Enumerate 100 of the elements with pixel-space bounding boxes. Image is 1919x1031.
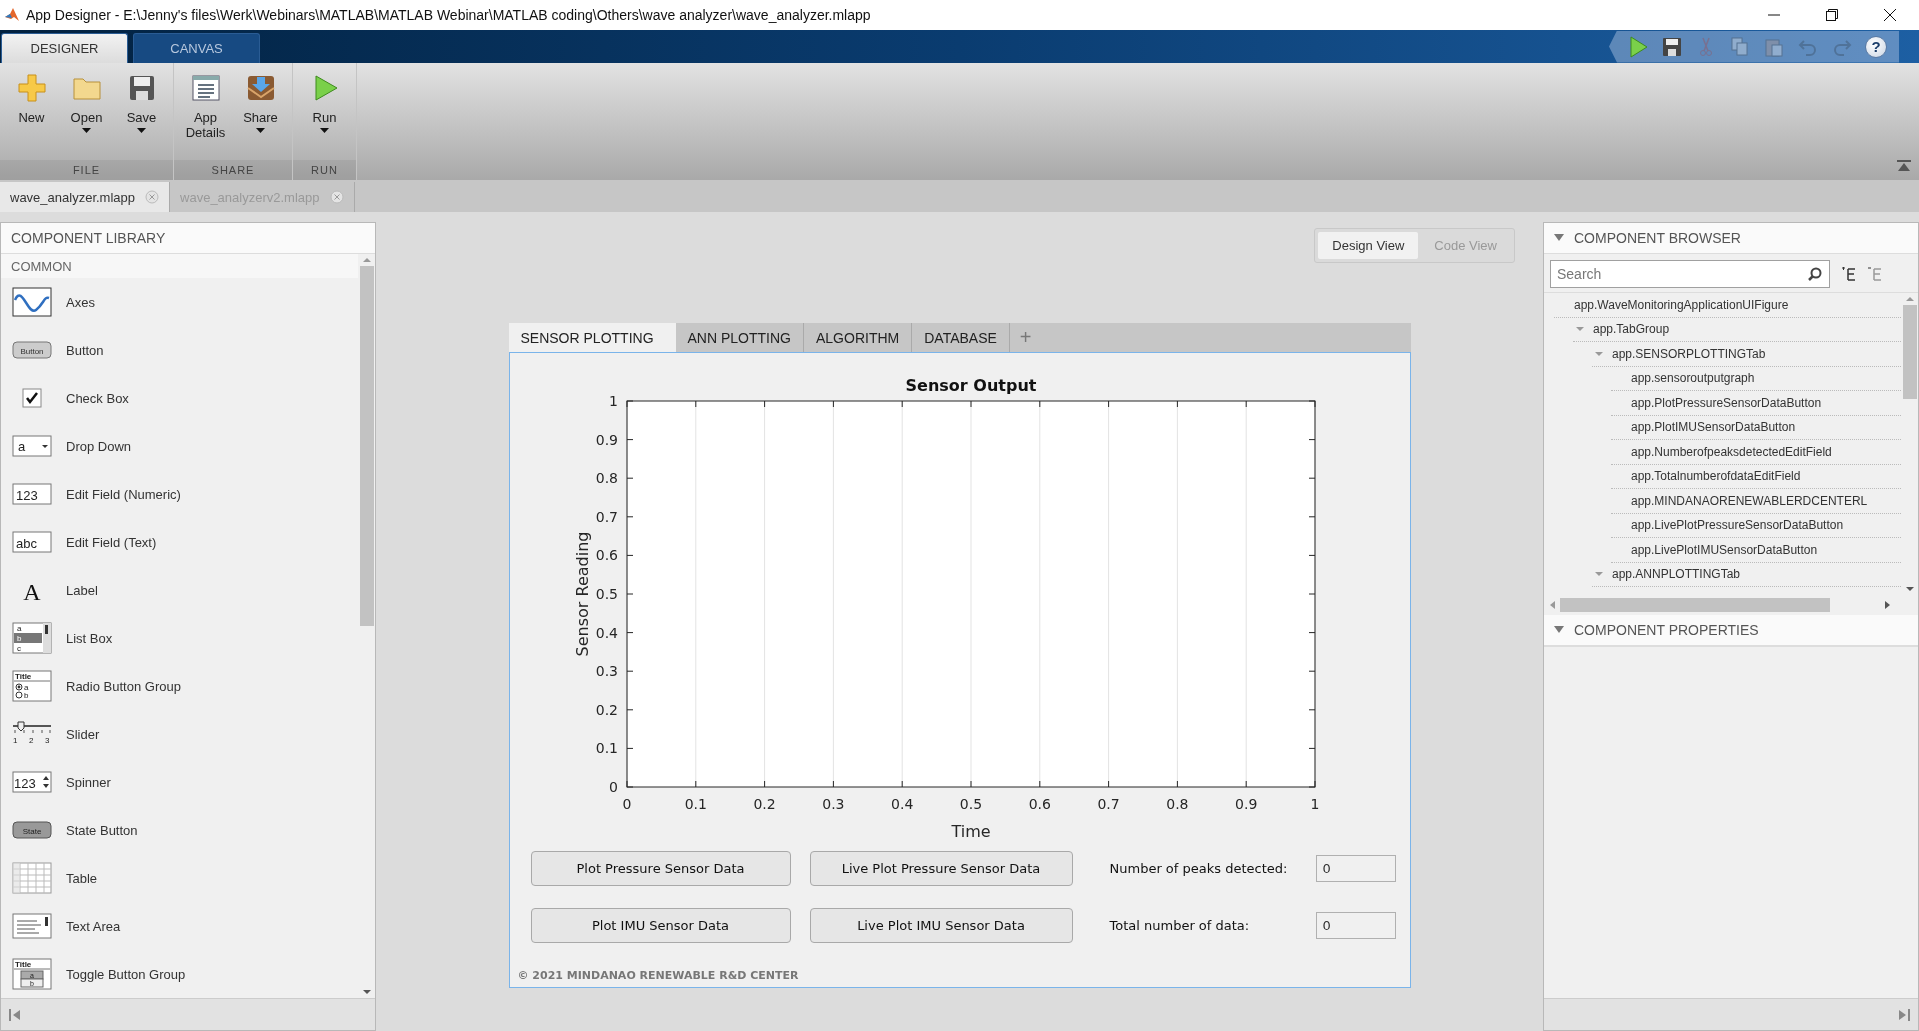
panel-header[interactable]: COMPONENT BROWSER xyxy=(1544,223,1918,254)
tree-item[interactable]: app.TotalnumberofdataEditField xyxy=(1631,469,1801,484)
component-item[interactable]: Drop Down xyxy=(66,438,132,454)
plot-button[interactable]: Live Plot IMU Sensor Data xyxy=(809,908,1073,943)
document-tab[interactable]: wave_analyzer.mlapp xyxy=(0,182,171,212)
tree-item[interactable]: app.LivePlotPressureSensorDataButton xyxy=(1631,518,1844,533)
collapse-caret-icon[interactable] xyxy=(1594,571,1604,578)
collapse-caret-icon[interactable] xyxy=(1575,326,1585,333)
letter-icon: A xyxy=(12,574,52,606)
collapse-panel-icon[interactable] xyxy=(1898,1008,1910,1021)
tree-item[interactable]: app.MINDANAORENEWABLERDCENTERL xyxy=(1631,493,1868,508)
tick-label: 0 xyxy=(622,796,631,812)
axes-icon xyxy=(12,286,52,318)
component-item[interactable]: Axes xyxy=(66,294,95,310)
section-header: COMMON xyxy=(1,254,358,278)
tree-item[interactable]: app.NumberofpeaksdetectedEditField xyxy=(1631,444,1832,459)
component-item[interactable]: Label xyxy=(66,582,98,598)
expand-all-icon[interactable] xyxy=(1842,267,1856,281)
field-label: Number of peaks detected: xyxy=(1108,861,1289,876)
plot-button[interactable]: Plot IMU Sensor Data xyxy=(530,908,791,943)
close-icon[interactable] xyxy=(145,190,160,204)
tick-label: 0.3 xyxy=(595,663,618,680)
tick-label: 0.7 xyxy=(595,508,618,525)
tick-label: 0.1 xyxy=(684,796,707,812)
window-title: App Designer - E:\Jenny's files\Werk\Webinars\MATLAB\MATLAB Webinar\MATLAB coding\Others\wave analyzer\wave_analyzer.mlapp xyxy=(26,7,872,23)
tick-label: 0.6 xyxy=(595,547,618,564)
plot-button[interactable]: Live Plot Pressure Sensor Data xyxy=(809,851,1073,886)
toolbar-button[interactable]: Share xyxy=(233,69,288,160)
list-box-icon: a b c xyxy=(12,622,52,654)
toolbar-button[interactable]: Run xyxy=(297,69,352,160)
plot-button[interactable]: Plot Pressure Sensor Data xyxy=(530,851,791,886)
tree-item[interactable]: app.PlotIMUSensorDataButton xyxy=(1631,420,1796,435)
scroll-left-icon[interactable] xyxy=(1548,600,1556,610)
view-toggle-button[interactable]: Design View xyxy=(1318,232,1419,259)
text-area-icon xyxy=(12,910,52,942)
tick-label: 1 xyxy=(608,393,618,409)
collapse-triangle-icon[interactable] xyxy=(1554,626,1564,634)
tick-label: 0.4 xyxy=(595,624,618,641)
component-item[interactable]: Edit Field (Text) xyxy=(66,534,157,550)
scroll-right-icon[interactable] xyxy=(1884,600,1892,610)
tree-item[interactable]: app.LivePlotIMUSensorDataButton xyxy=(1631,542,1818,557)
tick-label: 0.3 xyxy=(821,796,845,812)
collapse-all-icon[interactable] xyxy=(1868,267,1882,281)
tick-label: 0.6 xyxy=(1028,796,1051,812)
redo-icon xyxy=(1832,37,1852,56)
radio-group-icon: Title a b xyxy=(12,670,52,702)
group-label: RUN xyxy=(293,160,356,180)
tree-item[interactable]: app.SENSORPLOTTINGTab xyxy=(1612,346,1766,361)
plus-icon xyxy=(15,72,48,104)
component-item[interactable]: List Box xyxy=(66,630,113,646)
tree-item[interactable]: app.ANNPLOTTINGTab xyxy=(1612,567,1741,582)
undo-icon xyxy=(1798,37,1818,56)
tree-item[interactable]: app.TabGroup xyxy=(1593,322,1670,337)
field-label: Total number of data: xyxy=(1108,918,1251,933)
tick-label: 0.1 xyxy=(595,740,618,757)
component-item[interactable]: Table xyxy=(66,870,98,886)
tick-label: 0.8 xyxy=(595,470,618,487)
number-field[interactable]: 0 xyxy=(1315,912,1396,939)
component-item[interactable]: Toggle Button Group xyxy=(66,966,186,982)
clipboard-icon xyxy=(1765,36,1783,57)
tab[interactable]: SENSOR PLOTTING xyxy=(508,323,676,352)
panel-header: COMPONENT LIBRARY xyxy=(1,223,375,254)
toolbar-button[interactable]: New xyxy=(4,69,59,160)
axis-label: Sensor Reading xyxy=(572,531,592,657)
toolbar-button[interactable]: App Details xyxy=(178,69,233,160)
component-item[interactable]: State Button xyxy=(66,822,138,838)
component-item[interactable]: Button xyxy=(66,342,104,358)
collapse-triangle-icon[interactable] xyxy=(1554,234,1564,242)
peaks-logo-icon xyxy=(4,7,20,23)
tick-label: 0.7 xyxy=(1096,796,1120,812)
search-icon[interactable] xyxy=(1808,267,1822,281)
tick-label: 0.5 xyxy=(959,796,982,812)
collapse-caret-icon[interactable] xyxy=(1594,350,1604,357)
copyright-label: © 2021 MINDANAO RENEWABLE R&D CENTER xyxy=(517,969,800,982)
component-item[interactable]: Edit Field (Numeric) xyxy=(66,486,181,502)
close-icon[interactable] xyxy=(329,190,344,204)
tree-item[interactable]: app.PlotPressureSensorDataButton xyxy=(1631,395,1822,410)
collapse-ribbon-icon[interactable] xyxy=(1897,160,1911,172)
tree-item[interactable]: app.sensoroutputgraph xyxy=(1631,371,1755,386)
component-item[interactable]: Text Area xyxy=(66,918,121,934)
ribbon-tab[interactable]: DESIGNER xyxy=(1,33,128,63)
group-label: FILE xyxy=(0,160,173,180)
tick-label: 0.4 xyxy=(890,796,913,812)
component-item[interactable]: Radio Button Group xyxy=(66,678,181,694)
tree-item[interactable]: app.WaveMonitoringApplicationUIFigure xyxy=(1574,297,1789,312)
play-icon xyxy=(1628,35,1648,58)
tick-label: 0.2 xyxy=(752,796,776,812)
component-item[interactable]: Spinner xyxy=(66,774,111,790)
component-item[interactable]: Check Box xyxy=(66,390,129,406)
tick-label: 1 xyxy=(1310,796,1319,812)
group-label: SHARE xyxy=(174,160,292,180)
number-field[interactable]: 0 xyxy=(1315,855,1396,882)
tick-label: 0 xyxy=(608,779,618,795)
toolbar-button[interactable]: Save xyxy=(114,69,169,160)
ribbon-tab[interactable]: CANVAS xyxy=(133,33,260,63)
component-item[interactable]: Slider xyxy=(66,726,100,742)
panel-header[interactable]: COMPONENT PROPERTIES xyxy=(1544,615,1918,646)
toolbar-button[interactable]: Open xyxy=(59,69,114,160)
collapse-panel-icon[interactable] xyxy=(9,1008,21,1021)
search-field[interactable]: Search xyxy=(1550,260,1830,288)
